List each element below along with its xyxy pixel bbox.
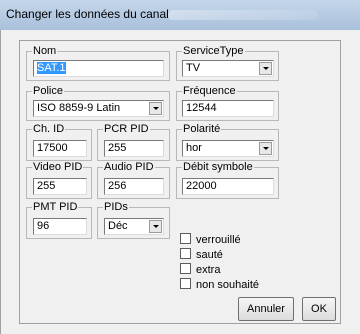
nom-input[interactable]: SAT.1 [33,60,164,77]
frequence-label: Fréquence [182,85,237,97]
audio-pid-input[interactable]: 256 [104,178,164,195]
checkbox-extra[interactable]: extra [180,263,220,276]
police-group: Police ISO 8859-9 Latin [26,85,170,121]
police-select[interactable]: ISO 8859-9 Latin [33,100,164,117]
checkbox-box[interactable] [180,278,191,289]
cancel-button[interactable]: Annuler [238,297,294,321]
police-dropdown-button[interactable] [149,102,162,115]
frequence-group: Fréquence 12544 [176,85,279,121]
ch-id-label: Ch. ID [32,123,66,135]
pmt-pid-label: PMT PID [32,201,79,213]
nom-group: Nom SAT.1 [26,45,170,81]
polarite-select[interactable]: hor [182,140,274,157]
pids-select[interactable]: Déc [104,218,164,235]
pmt-pid-input[interactable]: 96 [33,218,87,235]
audio-pid-label: Audio PID [103,161,155,173]
checkbox-box[interactable] [180,248,191,259]
ok-button[interactable]: OK [302,297,336,321]
polarite-label: Polarité [182,123,222,135]
pmt-pid-group: PMT PID 96 [26,201,92,239]
pcr-pid-input[interactable]: 255 [104,140,164,157]
service-type-group: ServiceType TV [176,45,279,81]
title-bar-blurred-area [168,10,318,20]
video-pid-label: Video PID [32,161,84,173]
dialog-client-area: Nom SAT.1 ServiceType TV Police ISO 8859… [0,30,360,334]
ch-id-input[interactable]: 17500 [33,140,87,157]
audio-pid-group: Audio PID 256 [97,161,170,199]
checkbox-box[interactable] [180,263,191,274]
checkbox-non-souhaite[interactable]: non souhaité [180,278,259,291]
checkbox-box[interactable] [180,233,191,244]
video-pid-group: Video PID 255 [26,161,92,199]
service-type-label: ServiceType [182,45,245,57]
pcr-pid-label: PCR PID [103,123,150,135]
channel-settings-panel: Nom SAT.1 ServiceType TV Police ISO 8859… [19,40,341,324]
checkbox-label: non souhaité [196,279,259,291]
checkbox-label: extra [196,264,221,276]
checkbox-label: sauté [196,249,223,261]
chevron-down-icon [263,147,269,150]
debit-symbole-input[interactable]: 22000 [182,178,274,195]
pids-group: PIDs Déc [97,201,170,239]
police-label: Police [32,85,64,97]
checkbox-saute[interactable]: sauté [180,248,223,261]
chevron-down-icon [153,107,159,110]
checkbox-label: verrouillé [196,234,241,246]
pids-dropdown-button[interactable] [149,220,162,233]
service-type-select[interactable]: TV [182,60,274,77]
chevron-down-icon [153,225,159,228]
polarite-dropdown-button[interactable] [259,142,272,155]
nom-label: Nom [32,45,58,57]
window-title: Changer les données du canal [6,7,169,21]
title-bar: Changer les données du canal [0,0,360,30]
checkbox-verrouille[interactable]: verrouillé [180,233,241,246]
pcr-pid-group: PCR PID 255 [97,123,170,161]
chevron-down-icon [263,67,269,70]
frequence-input[interactable]: 12544 [182,100,274,117]
debit-symbole-label: Débit symbole [182,161,254,173]
service-type-dropdown-button[interactable] [259,62,272,75]
video-pid-input[interactable]: 255 [33,178,87,195]
polarite-group: Polarité hor [176,123,279,161]
ch-id-group: Ch. ID 17500 [26,123,92,161]
pids-label: PIDs [103,201,129,213]
debit-symbole-group: Débit symbole 22000 [176,161,279,199]
